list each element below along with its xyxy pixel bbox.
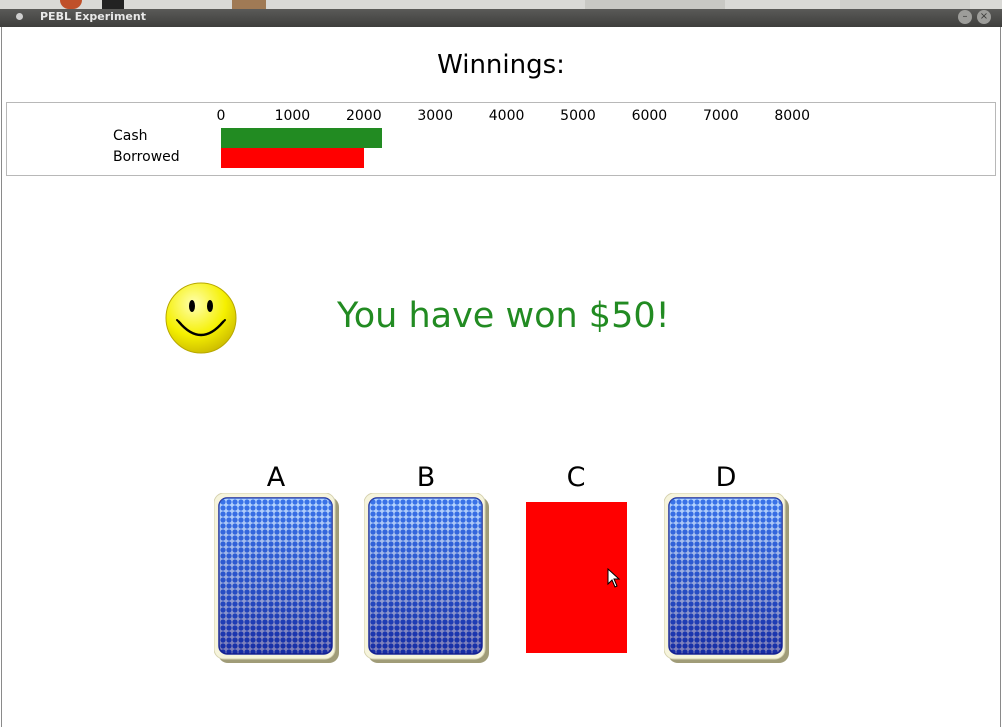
- panel-tray-icons: [585, 0, 725, 9]
- deck-b-card[interactable]: [364, 493, 489, 663]
- winnings-heading: Winnings:: [437, 50, 565, 80]
- deck-a-card[interactable]: [214, 493, 339, 663]
- deck-label-b: B: [416, 462, 436, 493]
- window-menu-icon[interactable]: [16, 13, 23, 20]
- deck-label-a: A: [266, 462, 286, 493]
- deck-d-card[interactable]: [664, 493, 789, 663]
- panel-app-icon[interactable]: [60, 0, 82, 9]
- close-button[interactable]: ×: [977, 10, 991, 24]
- window-title: PEBL Experiment: [40, 10, 146, 23]
- x-tick-label: 8000: [774, 108, 811, 124]
- bar-borrowed: [221, 148, 364, 168]
- panel-terminal-icon[interactable]: [102, 0, 124, 9]
- feedback-message: You have won $50!: [337, 296, 670, 336]
- x-tick-label: 5000: [560, 108, 596, 124]
- x-tick-label: 7000: [702, 108, 739, 124]
- minimize-button[interactable]: –: [958, 10, 972, 24]
- x-tick-label: 2000: [345, 108, 382, 124]
- x-tick-label: 4000: [488, 108, 525, 124]
- bar-label-cash: Cash: [113, 128, 148, 144]
- panel-folder-icon[interactable]: [232, 0, 266, 9]
- x-tick-label: 0: [216, 108, 226, 124]
- desktop-top-panel: [0, 0, 1002, 9]
- bar-cash: [221, 128, 382, 148]
- smiley-face-icon: [165, 282, 237, 354]
- window-title-bar[interactable]: PEBL Experiment – ×: [0, 9, 1002, 27]
- bar-label-borrowed: Borrowed: [113, 149, 180, 165]
- x-tick-label: 1000: [274, 108, 311, 124]
- x-tick-label: 3000: [417, 108, 454, 124]
- deck-label-c: C: [566, 462, 586, 493]
- x-tick-label: 6000: [631, 108, 668, 124]
- deck-label-d: D: [715, 462, 737, 493]
- panel-clock[interactable]: [840, 0, 970, 9]
- deck-c-card-selected[interactable]: [526, 502, 627, 653]
